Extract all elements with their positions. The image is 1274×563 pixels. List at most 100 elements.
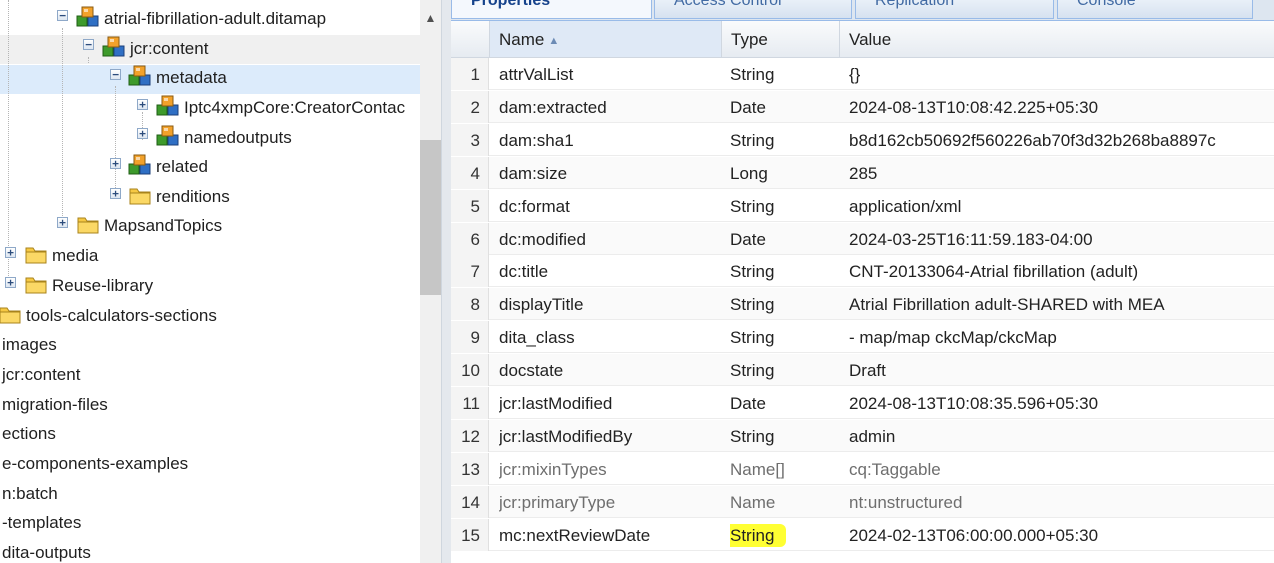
tab-replication[interactable]: Replication (855, 0, 1054, 19)
tree-node-label[interactable]: media (52, 246, 98, 266)
row-number: 8 (451, 288, 489, 321)
tree-node-label[interactable]: metadata (156, 68, 227, 88)
expand-icon[interactable]: + (5, 247, 16, 258)
property-name: jcr:mixinTypes (499, 459, 607, 479)
tree-node-label[interactable]: migration-files (2, 395, 108, 415)
property-name: dc:title (499, 262, 549, 282)
tree-node-label[interactable]: jcr:content (130, 39, 208, 59)
expand-icon[interactable]: + (57, 217, 68, 228)
table-row[interactable]: 5 dc:format String application/xml (451, 189, 1274, 222)
property-value: admin (849, 426, 896, 446)
property-type: Date (730, 229, 766, 249)
property-name: dita_class (499, 328, 575, 348)
property-name: jcr:lastModifiedBy (499, 426, 633, 446)
property-value: {} (849, 65, 861, 84)
table-row[interactable]: 13 jcr:mixinTypes Name[] cq:Taggable (451, 452, 1274, 485)
collapse-icon[interactable]: − (83, 39, 94, 50)
tree-guide-line (115, 86, 116, 196)
tab-access-control[interactable]: Access Control (654, 0, 852, 19)
row-number: 4 (451, 156, 489, 189)
property-type: Name[] (730, 459, 785, 479)
property-name: dam:sha1 (499, 130, 574, 150)
tree-node-label[interactable]: dita-outputs (2, 543, 91, 563)
tree-node-label[interactable]: jcr:content (2, 365, 80, 385)
properties-grid: Name ▲ Type Value 1 attrValList String{} 2 da… (451, 21, 1274, 563)
table-row[interactable]: 3 dam:sha1 String b8d162cb50692f560226ab70f… (451, 123, 1274, 156)
table-row[interactable]: 6 dc:modified Date 2024-03-25T16:11:59.183-… (451, 222, 1274, 255)
tree-node-label[interactable]: n:batch (2, 484, 58, 504)
row-number: 13 (451, 452, 489, 485)
column-header-type[interactable]: Type (721, 21, 839, 57)
table-row[interactable]: 9 dita_class String - map/map ckcMap/ckcMap (451, 321, 1274, 354)
tree-node-label[interactable]: tools-calculators-sections (26, 306, 217, 326)
folder-icon (24, 243, 48, 265)
table-row[interactable]: 10 docstate String Draft (451, 354, 1274, 387)
property-name: displayTitle (499, 295, 584, 315)
property-name: jcr:primaryType (499, 492, 616, 512)
tree-node-label[interactable]: Reuse-library (52, 276, 153, 296)
property-name: dc:format (499, 196, 570, 216)
tree-guide-line (8, 0, 9, 280)
table-row[interactable]: 11 jcr:lastModified Date 2024-08-13T10:08:3… (451, 387, 1274, 419)
row-number: 10 (451, 354, 489, 387)
expand-icon[interactable]: + (110, 188, 121, 199)
expand-icon[interactable]: + (137, 128, 148, 139)
scroll-up-arrow-icon[interactable]: ▲ (420, 8, 441, 28)
tree-node-label[interactable]: Iptc4xmpCore:CreatorContac (184, 98, 405, 118)
tree-scrollbar-thumb[interactable] (420, 140, 441, 295)
expand-icon[interactable]: + (137, 99, 148, 110)
property-type: String (730, 130, 775, 150)
table-row[interactable]: 15 mc:nextReviewDate String 2024-02-13T06:0… (451, 518, 1274, 551)
row-number: 15 (451, 518, 489, 551)
expand-icon[interactable]: + (5, 277, 16, 288)
property-type: Date (730, 394, 766, 413)
table-row[interactable]: 2 dam:extracted Date 2024-08-13T10:08:42.22… (451, 90, 1274, 123)
panel-splitter[interactable] (441, 0, 451, 563)
tree-node-label[interactable]: atrial-fibrillation-adult.ditamap (104, 9, 326, 29)
tree-node-label[interactable]: MapsandTopics (104, 216, 222, 236)
tree-node-label[interactable]: related (156, 157, 208, 177)
tree-node-label[interactable]: images (2, 335, 57, 355)
property-value: 2024-08-13T10:08:42.225+05:30 (849, 97, 1099, 117)
property-name: attrValList (499, 65, 574, 84)
property-type: String (730, 519, 840, 551)
row-number: 9 (451, 321, 489, 354)
node-cube-icon (102, 36, 126, 58)
tree-node-label[interactable]: -templates (2, 513, 81, 533)
tree-node-label[interactable]: namedoutputs (184, 128, 292, 148)
table-row[interactable]: 14 jcr:primaryType Name nt:unstructured (451, 485, 1274, 518)
tree-node-label[interactable]: ections (2, 424, 56, 444)
tree-node-label[interactable]: e-components-examples (2, 454, 188, 474)
table-row[interactable]: 4 dam:size Long 285 (451, 156, 1274, 189)
table-row[interactable]: 8 displayTitle String Atrial Fibrillation a… (451, 288, 1274, 321)
node-cube-icon (156, 95, 180, 117)
property-type: Name (730, 492, 776, 512)
property-value: 2024-08-13T10:08:35.596+05:30 (849, 394, 1099, 413)
property-value: 2024-02-13T06:00:00.000+05:30 (849, 525, 1099, 545)
property-value: nt:unstructured (849, 492, 963, 512)
property-name: docstate (499, 361, 564, 381)
column-name-label: Name (499, 30, 545, 49)
collapse-icon[interactable]: − (57, 10, 68, 21)
property-type: String (730, 262, 775, 282)
tab-properties[interactable]: Properties (451, 0, 652, 19)
node-cube-icon (156, 125, 180, 147)
column-header-name[interactable]: Name ▲ (489, 21, 721, 57)
tree-guide-line (62, 28, 63, 228)
property-value: Atrial Fibrillation adult-SHARED with ME… (849, 295, 1165, 315)
property-type: Long (730, 163, 768, 183)
tree-row-hover (0, 35, 420, 64)
column-type-label: Type (731, 30, 768, 49)
table-row[interactable]: 1 attrValList String {} (451, 58, 1274, 90)
property-name: dam:size (499, 163, 568, 183)
property-value: cq:Taggable (849, 459, 941, 479)
table-row[interactable]: 7 dc:title String CNT-20133064-Atrial fibri… (451, 255, 1274, 288)
column-header-value[interactable]: Value (839, 21, 1274, 57)
tree-node-label[interactable]: renditions (156, 187, 230, 207)
property-type: String (730, 65, 775, 84)
tab-console[interactable]: Console (1057, 0, 1253, 19)
property-value: CNT-20133064-Atrial fibrillation (adult) (849, 262, 1139, 282)
expand-icon[interactable]: + (110, 158, 121, 169)
collapse-icon[interactable]: − (110, 69, 121, 80)
table-row[interactable]: 12 jcr:lastModifiedBy String admin (451, 419, 1274, 452)
